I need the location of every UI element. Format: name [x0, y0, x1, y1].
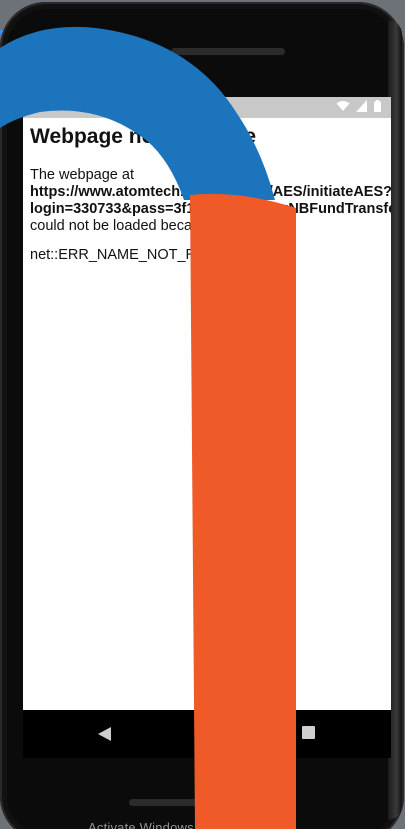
emulator-stage: Webpage not available The webpage at htt…	[0, 0, 405, 829]
page-title: Webpage not available	[30, 125, 257, 148]
home-circle-icon[interactable]	[200, 725, 216, 741]
desktop-watermark: Activate Windows	[88, 820, 194, 829]
top-speaker	[171, 48, 285, 55]
error-intro-text: The webpage at	[30, 167, 134, 183]
status-bar	[23, 97, 391, 118]
device-screen[interactable]: Webpage not available The webpage at htt…	[23, 97, 391, 710]
recents-square-icon[interactable]	[302, 726, 315, 739]
battery-icon	[374, 100, 381, 112]
webview-error-page: Webpage not available The webpage at htt…	[30, 125, 391, 264]
wifi-icon	[336, 101, 350, 111]
android-nav-bar	[23, 710, 391, 758]
error-code: net::ERR_NAME_NOT_RESOLVED	[30, 247, 264, 263]
error-reason-text: could not be loaded because:	[30, 218, 220, 234]
signal-icon	[356, 100, 367, 112]
error-url-line-1[interactable]: https://www.atomtech.in/staticdata/AES/i…	[30, 184, 391, 201]
error-url-line-2[interactable]: login=330733&pass=3f1c5766&ttype=NBFundT…	[30, 201, 391, 218]
bottom-speaker	[129, 799, 241, 806]
back-triangle-icon[interactable]	[98, 727, 112, 741]
